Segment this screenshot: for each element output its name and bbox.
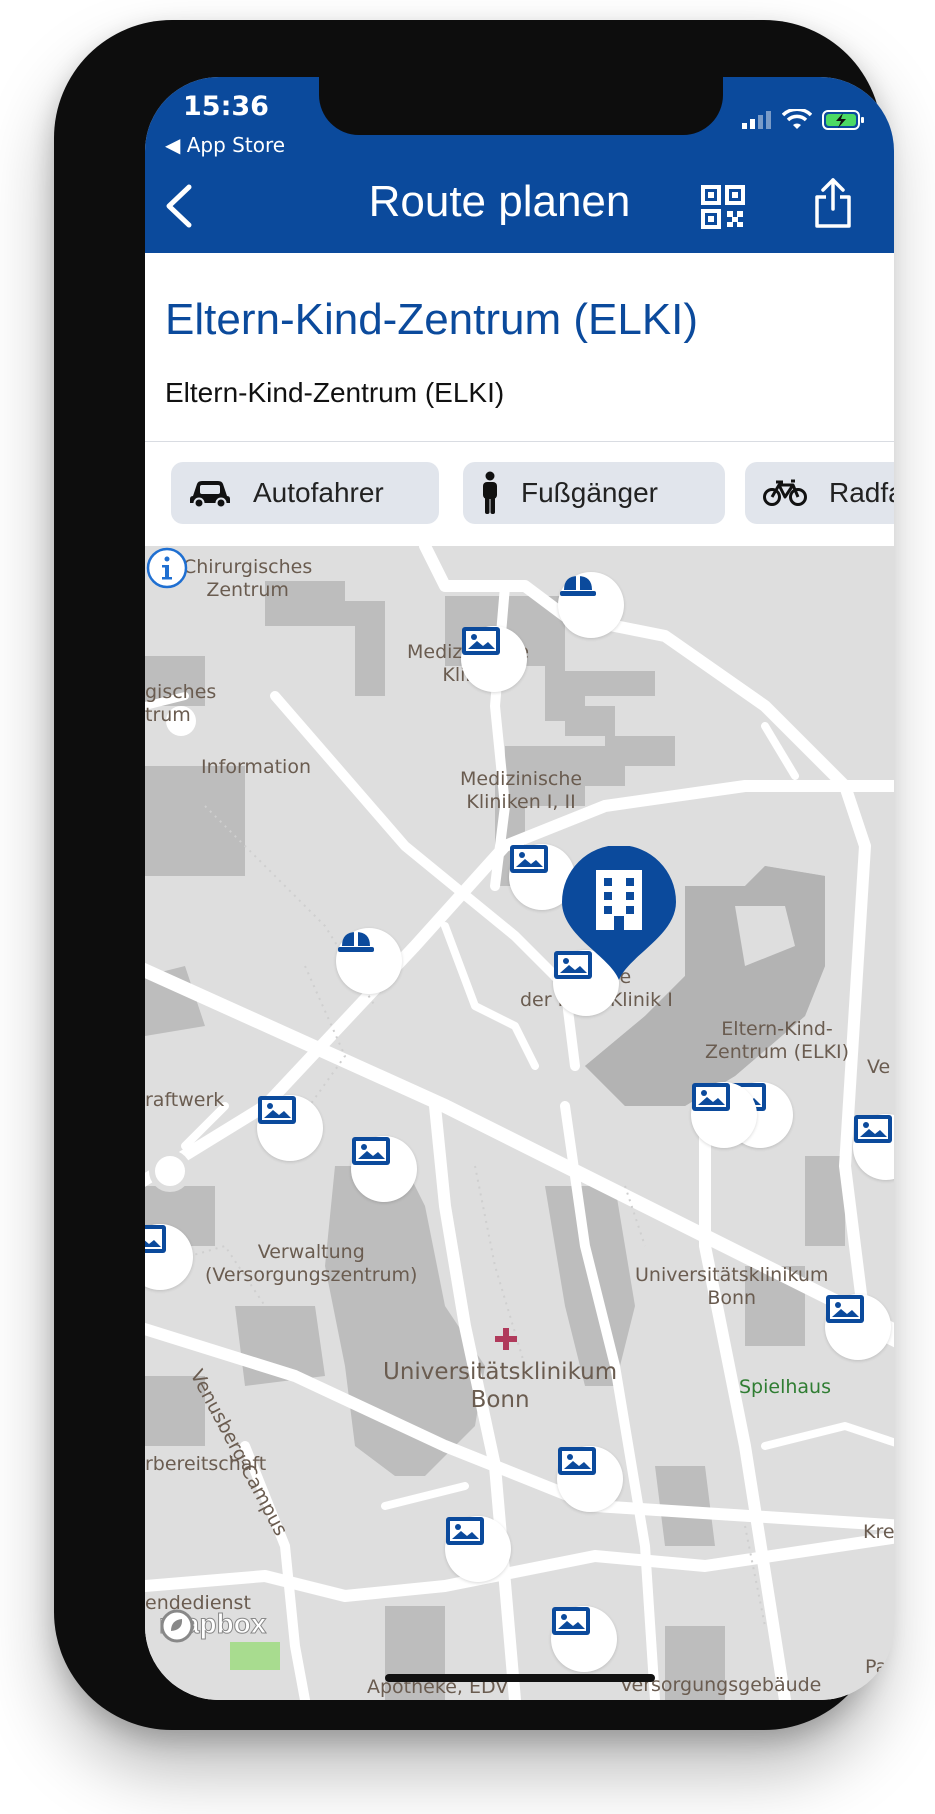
pedestrian-icon xyxy=(481,471,499,515)
photo-poi[interactable] xyxy=(557,1446,623,1512)
photo-icon xyxy=(446,1517,484,1545)
photo-icon xyxy=(145,1225,166,1253)
hard-hat-icon xyxy=(338,932,374,952)
share-icon[interactable] xyxy=(813,177,853,229)
page-title: Route planen xyxy=(368,177,631,226)
home-indicator xyxy=(385,1674,655,1682)
place-subtitle: Eltern-Kind-Zentrum (ELKI) xyxy=(165,377,505,408)
photo-poi[interactable] xyxy=(351,1136,417,1202)
map-label-universitaetsklinikum-small: Universitätsklinikum Bonn xyxy=(635,1264,829,1309)
photo-poi[interactable] xyxy=(825,1294,891,1360)
map-label-chirurgisches-zentrum: Chirurgisches Zentrum xyxy=(183,556,313,601)
bicycle-icon xyxy=(763,479,807,507)
info-icon[interactable] xyxy=(145,546,189,590)
mode-bicycle-button[interactable]: Radfa xyxy=(745,462,894,524)
photo-icon xyxy=(854,1115,892,1143)
back-to-app-store-link[interactable]: ◀ App Store xyxy=(165,133,285,157)
mode-car-label: Autofahrer xyxy=(253,477,384,508)
place-info-card: Eltern-Kind-Zentrum (ELKI) Eltern-Kind-Z… xyxy=(145,253,894,442)
photo-icon xyxy=(510,845,548,873)
cellular-signal-icon xyxy=(742,111,771,129)
photo-icon xyxy=(692,1083,730,1111)
mode-bicycle-label: Radfa xyxy=(829,477,894,508)
map-view[interactable]: Chirurgisches Zentrum gisches trum Mediz… xyxy=(145,546,894,1700)
mode-pedestrian-label: Fußgänger xyxy=(521,477,658,508)
qr-code-icon[interactable] xyxy=(701,185,745,229)
photo-icon xyxy=(552,1607,590,1635)
mode-pedestrian-button[interactable]: Fußgänger xyxy=(463,462,725,524)
photo-icon xyxy=(462,627,500,655)
map-label-information: Information xyxy=(201,756,311,778)
mapbox-logo-icon xyxy=(160,1609,194,1643)
place-title: Eltern-Kind-Zentrum (ELKI) xyxy=(165,295,699,344)
hard-hat-icon xyxy=(560,576,596,596)
map-label-medizinische-kliniken: Medizinische Kliniken I, II xyxy=(460,768,583,813)
hospital-cross-icon xyxy=(495,1328,517,1350)
map-label-eltern-kind-zentrum: Eltern-Kind- Zentrum (ELKI) xyxy=(705,1018,850,1063)
map-label-ve: Ve xyxy=(867,1056,891,1078)
map-label-gisches: gisches trum xyxy=(145,681,217,726)
mapbox-attribution[interactable]: mapbox xyxy=(158,1608,267,1643)
map-label-kre: Kre xyxy=(863,1521,894,1543)
map-label-spielhaus: Spielhaus xyxy=(739,1376,831,1398)
screen: 15:36 ◀ App Store Route planen Eltern-Ki… xyxy=(145,77,894,1700)
car-icon xyxy=(189,478,231,508)
map-label-kraftwerk: raftwerk xyxy=(145,1089,225,1111)
photo-poi[interactable] xyxy=(551,1606,617,1672)
photo-poi[interactable] xyxy=(691,1082,757,1148)
construction-poi[interactable] xyxy=(558,572,624,638)
map-label-bereitschaft: rbereitschaft xyxy=(145,1453,267,1475)
travel-mode-bar: Autofahrer Fußgänger Radf xyxy=(145,442,894,546)
photo-icon xyxy=(352,1137,390,1165)
mode-car-button[interactable]: Autofahrer xyxy=(171,462,439,524)
map-label-verwaltung: Verwaltung (Versorgungszentrum) xyxy=(205,1241,418,1286)
status-time: 15:36 xyxy=(183,91,269,122)
notch xyxy=(319,77,723,135)
map-label-universitaetsklinikum-bonn: Universitätsklinikum Bonn xyxy=(383,1359,618,1413)
photo-poi[interactable] xyxy=(257,1095,323,1161)
building-icon xyxy=(562,846,676,980)
photo-icon xyxy=(558,1447,596,1475)
construction-poi[interactable] xyxy=(336,928,402,994)
photo-icon xyxy=(826,1295,864,1323)
status-icons xyxy=(742,109,866,131)
phone-frame: 15:36 ◀ App Store Route planen Eltern-Ki… xyxy=(54,20,894,1730)
photo-icon xyxy=(258,1096,296,1124)
wifi-icon xyxy=(782,109,812,129)
photo-poi[interactable] xyxy=(461,626,527,692)
photo-poi[interactable] xyxy=(445,1516,511,1582)
battery-charging-icon xyxy=(822,110,864,130)
map-label-pa: Pa xyxy=(865,1656,888,1678)
